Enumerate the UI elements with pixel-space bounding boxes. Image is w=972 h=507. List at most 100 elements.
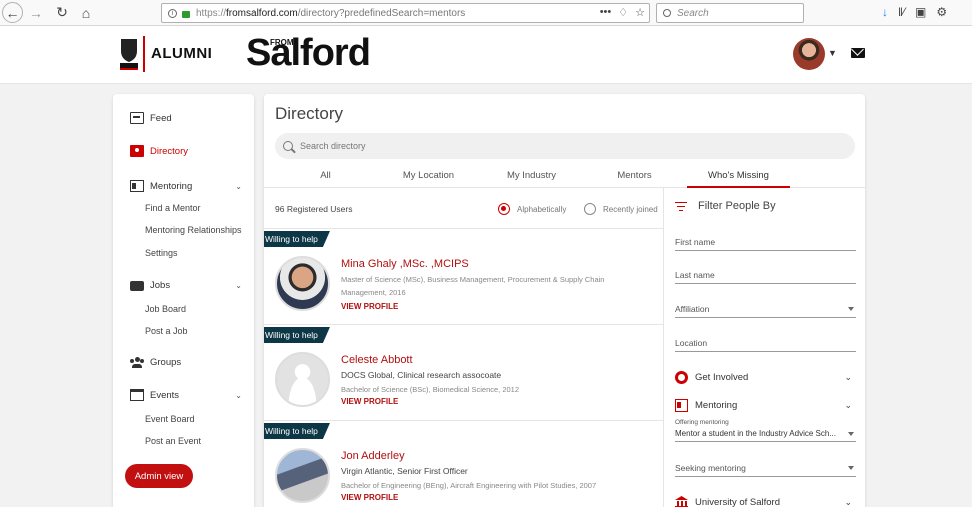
- person-name[interactable]: Celeste Abbott: [341, 354, 413, 366]
- directory-search-placeholder: Search directory: [300, 141, 366, 151]
- sidebar-subitem-job-board[interactable]: Job Board: [145, 304, 186, 314]
- extension-icon[interactable]: ⚙: [936, 5, 947, 19]
- browser-search-input[interactable]: Search: [656, 3, 804, 23]
- sidebar-subitem-settings[interactable]: Settings: [145, 248, 178, 258]
- forward-icon[interactable]: →: [25, 2, 47, 24]
- view-profile-link[interactable]: VIEW PROFILE: [341, 397, 398, 406]
- field-placeholder: First name: [675, 237, 716, 247]
- tab-mentors[interactable]: Mentors: [583, 170, 686, 181]
- person-name[interactable]: Mina Ghaly ,MSc. ,MCIPS: [341, 258, 469, 270]
- search-icon: [663, 9, 671, 17]
- more-icon[interactable]: •••: [600, 6, 612, 19]
- reload-icon[interactable]: ↻: [51, 2, 73, 24]
- view-profile-link[interactable]: VIEW PROFILE: [341, 302, 398, 311]
- brand-logo[interactable]: Salford: [246, 32, 371, 75]
- radio-selected-icon[interactable]: [498, 203, 510, 215]
- sidebar-subitem-find-mentor[interactable]: Find a Mentor: [145, 203, 201, 213]
- first-name-field[interactable]: First name: [675, 237, 856, 251]
- search-icon: [283, 141, 293, 151]
- library-icon[interactable]: ‖⁄: [898, 5, 905, 19]
- browser-search-placeholder: Search: [677, 7, 709, 19]
- section-label: Mentoring: [695, 400, 738, 411]
- dropdown-arrow-icon: [848, 432, 854, 436]
- sidebar-item-jobs[interactable]: Jobs ⌄: [130, 279, 248, 291]
- page-title: Directory: [275, 104, 344, 123]
- affiliation-select[interactable]: Affiliation: [675, 304, 856, 318]
- home-icon[interactable]: ⌂: [75, 2, 97, 24]
- sort-label: Recently joined: [603, 204, 658, 214]
- radio-icon[interactable]: [584, 203, 596, 215]
- address-bar[interactable]: i https://fromsalford.com/directory?pred…: [161, 3, 650, 23]
- field-placeholder: Last name: [675, 270, 715, 280]
- avatar[interactable]: [275, 256, 330, 311]
- sidebar-item-directory[interactable]: Directory: [130, 145, 188, 157]
- person-name[interactable]: Jon Adderley: [341, 450, 405, 462]
- dropdown-arrow-icon: [848, 307, 854, 311]
- sidebar-subitem-event-board[interactable]: Event Board: [145, 414, 195, 424]
- chevron-down-icon[interactable]: ⌄: [235, 182, 242, 191]
- person-degree: Master of Science (MSc), Business Manage…: [341, 275, 605, 297]
- mentoring-section[interactable]: Mentoring ⌄: [675, 399, 856, 412]
- download-icon[interactable]: ↓: [882, 5, 888, 19]
- sidebar-item-groups[interactable]: Groups: [130, 356, 181, 368]
- get-involved-section[interactable]: Get Involved ⌄: [675, 371, 856, 384]
- sidebar: Feed Directory Mentoring ⌄ Find a Mentor…: [113, 94, 254, 507]
- chevron-down-icon[interactable]: ⌄: [844, 372, 852, 383]
- registered-count: 96 Registered Users: [275, 204, 353, 214]
- offering-mentoring-select[interactable]: Mentor a student in the Industry Advice …: [675, 429, 856, 442]
- url-text: https://fromsalford.com/directory?predef…: [196, 7, 466, 19]
- avatar-placeholder-icon[interactable]: [275, 352, 330, 407]
- tab-all[interactable]: All: [274, 170, 377, 181]
- directory-icon: [130, 145, 144, 157]
- field-placeholder: Seeking mentoring: [675, 463, 746, 473]
- sidebar-subitem-mentoring-relationships[interactable]: Mentoring Relationships: [145, 225, 242, 235]
- sidebar-item-mentoring[interactable]: Mentoring ⌄: [130, 180, 248, 192]
- user-avatar[interactable]: [793, 38, 825, 70]
- university-icon: [675, 496, 688, 507]
- sidebar-item-feed[interactable]: Feed: [130, 112, 172, 124]
- university-crest-icon[interactable]: [118, 37, 140, 71]
- chevron-down-icon[interactable]: ⌄: [844, 497, 852, 507]
- lock-icon[interactable]: [182, 10, 190, 18]
- sidebar-item-label: Directory: [150, 145, 189, 157]
- pocket-icon[interactable]: ♢: [618, 6, 628, 19]
- location-field[interactable]: Location: [675, 338, 856, 352]
- list-item: Willing to help Jon Adderley Virgin Atla…: [264, 421, 664, 507]
- avatar[interactable]: [275, 448, 330, 503]
- mail-icon[interactable]: [851, 48, 865, 58]
- site-header: ALUMNI Salford FROM ▼: [0, 26, 972, 84]
- list-item: Willing to help Mina Ghaly ,MSc. ,MCIPS …: [264, 229, 664, 325]
- seeking-mentoring-select[interactable]: Seeking mentoring: [675, 463, 856, 477]
- back-icon[interactable]: ←: [2, 2, 23, 23]
- view-profile-link[interactable]: VIEW PROFILE: [341, 493, 398, 502]
- results-list: 96 Registered Users Alphabetically Recen…: [264, 188, 664, 507]
- admin-view-button[interactable]: Admin view: [125, 464, 193, 488]
- tab-my-industry[interactable]: My Industry: [480, 170, 583, 181]
- lifebuoy-icon: [675, 371, 688, 384]
- sort-alphabetically[interactable]: Alphabetically: [498, 203, 566, 215]
- university-section[interactable]: University of Salford ⌄: [675, 496, 856, 507]
- sidebar-icon[interactable]: ▣: [915, 5, 926, 19]
- person-degree: Bachelor of Science (BSc), Biomedical Sc…: [341, 385, 520, 394]
- bookmark-star-icon[interactable]: ☆: [635, 6, 645, 19]
- filter-icon: [675, 201, 687, 211]
- willing-to-help-badge: Willing to help: [264, 327, 330, 343]
- alumni-logo[interactable]: ALUMNI: [151, 45, 212, 62]
- info-icon[interactable]: i: [168, 8, 177, 18]
- directory-search-input[interactable]: Search directory: [275, 133, 855, 159]
- logo-divider: [143, 36, 145, 72]
- filter-title: Filter People By: [698, 200, 776, 212]
- sidebar-item-events[interactable]: Events ⌄: [130, 389, 248, 401]
- directory-tabs: All My Location My Industry Mentors Who'…: [264, 166, 865, 188]
- chevron-down-icon[interactable]: ⌄: [235, 281, 242, 290]
- tab-my-location[interactable]: My Location: [377, 170, 480, 181]
- caret-down-icon[interactable]: ▼: [828, 48, 837, 58]
- sort-recently-joined[interactable]: Recently joined: [584, 203, 658, 215]
- tab-whos-missing[interactable]: Who's Missing: [687, 170, 790, 181]
- chevron-down-icon[interactable]: ⌄: [844, 400, 852, 411]
- sidebar-subitem-post-event[interactable]: Post an Event: [145, 436, 201, 446]
- last-name-field[interactable]: Last name: [675, 270, 856, 284]
- chevron-down-icon[interactable]: ⌄: [235, 391, 242, 400]
- sidebar-subitem-post-job[interactable]: Post a Job: [145, 326, 188, 336]
- directory-card: Directory Search directory All My Locati…: [264, 94, 865, 507]
